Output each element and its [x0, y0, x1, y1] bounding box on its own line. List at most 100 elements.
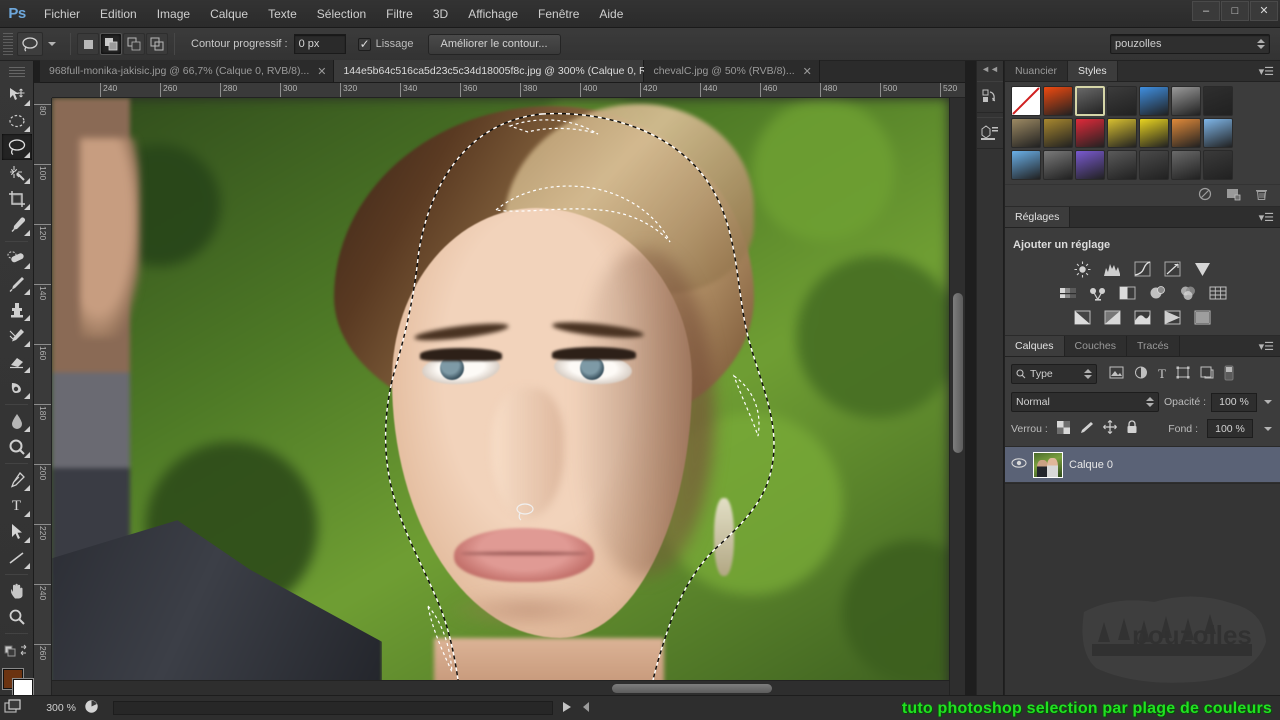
status-play-icon[interactable] — [561, 701, 573, 716]
close-button[interactable]: ✕ — [1250, 1, 1278, 21]
style-swatch[interactable] — [1043, 118, 1073, 148]
feather-input[interactable]: 0 px — [293, 34, 346, 54]
workspace-preset-select[interactable]: pouzolles — [1110, 34, 1270, 54]
style-swatch[interactable] — [1107, 118, 1137, 148]
tab-couches[interactable]: Couches — [1064, 336, 1127, 356]
canvas-horizontal-scrollbar-thumb[interactable] — [612, 684, 772, 693]
menu-calque[interactable]: Calque — [200, 0, 258, 28]
document-size-icon[interactable] — [4, 698, 24, 718]
magic-wand-tool[interactable] — [2, 160, 32, 186]
style-swatch[interactable] — [1171, 150, 1201, 180]
refine-edge-button[interactable]: Améliorer le contour... — [427, 33, 561, 55]
menu-3d[interactable]: 3D — [423, 0, 458, 28]
filter-type-icon[interactable]: T — [1158, 366, 1166, 382]
menu-fichier[interactable]: Fichier — [34, 0, 90, 28]
type-tool[interactable]: T — [2, 493, 32, 519]
threshold-icon[interactable] — [1133, 308, 1153, 326]
color-lookup-icon[interactable] — [1208, 284, 1228, 302]
document-tab-3[interactable]: chevalC.jpg @ 50% (RVB/8)... ✕ — [644, 60, 820, 82]
style-swatch[interactable] — [1139, 86, 1169, 116]
curves-icon[interactable] — [1133, 260, 1153, 278]
collapse-panels-icon[interactable]: ◄◄ — [977, 61, 1003, 77]
clear-style-icon[interactable] — [1198, 187, 1212, 204]
document-tab-1[interactable]: 968full-monika-jakisic.jpg @ 66,7% (Calq… — [40, 60, 335, 82]
move-tool[interactable] — [2, 82, 32, 108]
hand-tool[interactable] — [2, 578, 32, 604]
layer-filter-stepper-icon[interactable] — [1084, 369, 1092, 379]
subtract-from-selection-button[interactable] — [123, 33, 145, 55]
healing-brush-tool[interactable] — [2, 245, 32, 271]
style-swatch[interactable] — [1011, 150, 1041, 180]
style-swatch[interactable] — [1011, 86, 1041, 116]
lock-image-icon[interactable] — [1079, 421, 1094, 437]
filter-shape-icon[interactable] — [1176, 366, 1190, 382]
workspace-preset-stepper-icon[interactable] — [1257, 39, 1265, 49]
layer-thumbnail[interactable] — [1033, 451, 1063, 478]
tab-calques[interactable]: Calques — [1005, 336, 1065, 356]
adjustments-panel-menu-icon[interactable]: ▾☰ — [1259, 207, 1280, 227]
blur-tool[interactable] — [2, 408, 32, 434]
color-balance-icon[interactable] — [1088, 284, 1108, 302]
brightness-contrast-icon[interactable] — [1073, 260, 1093, 278]
lasso-tool[interactable] — [1, 134, 32, 160]
menu-filtre[interactable]: Filtre — [376, 0, 423, 28]
antialias-checkbox[interactable] — [357, 37, 371, 51]
style-swatch[interactable] — [1107, 86, 1137, 116]
exposure-icon[interactable] — [1163, 260, 1183, 278]
history-panel-icon[interactable] — [977, 81, 1003, 113]
new-selection-button[interactable] — [77, 33, 99, 55]
menu-affichage[interactable]: Affichage — [458, 0, 528, 28]
style-swatch[interactable] — [1075, 118, 1105, 148]
menu-selection[interactable]: Sélection — [307, 0, 376, 28]
menu-edition[interactable]: Edition — [90, 0, 147, 28]
dodge-tool[interactable] — [2, 434, 32, 460]
posterize-icon[interactable] — [1103, 308, 1123, 326]
pen-tool[interactable] — [2, 467, 32, 493]
delete-style-icon[interactable] — [1255, 187, 1268, 204]
intersect-selection-button[interactable] — [146, 33, 168, 55]
menu-texte[interactable]: Texte — [258, 0, 307, 28]
hue-saturation-icon[interactable] — [1058, 284, 1078, 302]
style-swatch[interactable] — [1075, 86, 1105, 116]
style-swatch[interactable] — [1043, 150, 1073, 180]
style-swatch[interactable] — [1203, 86, 1233, 116]
menu-image[interactable]: Image — [147, 0, 200, 28]
filter-toggle-switch[interactable] — [1224, 365, 1234, 384]
crop-tool[interactable] — [2, 186, 32, 212]
history-brush-tool[interactable] — [2, 323, 32, 349]
levels-icon[interactable] — [1103, 260, 1123, 278]
line-tool[interactable] — [2, 545, 32, 571]
style-swatch[interactable] — [1075, 150, 1105, 180]
tab-traces[interactable]: Tracés — [1126, 336, 1180, 356]
filter-smart-icon[interactable] — [1200, 366, 1214, 382]
black-white-icon[interactable] — [1118, 284, 1138, 302]
default-colors-and-swap-icons[interactable] — [2, 637, 32, 663]
antialias-checkbox-wrap[interactable]: Lissage — [357, 37, 414, 51]
path-selection-tool[interactable] — [2, 519, 32, 545]
marquee-tool[interactable] — [2, 108, 32, 134]
eyedropper-tool[interactable] — [2, 212, 32, 238]
layer-visibility-eye-icon[interactable] — [1011, 457, 1027, 472]
canvas-horizontal-scrollbar[interactable] — [52, 680, 949, 695]
lock-position-icon[interactable] — [1102, 420, 1117, 437]
timing-icon[interactable] — [84, 699, 99, 717]
style-swatch[interactable] — [1203, 150, 1233, 180]
lasso-tool-icon[interactable] — [17, 32, 43, 56]
opacity-input[interactable]: 100 % — [1211, 392, 1257, 412]
opacity-chevron-down-icon[interactable] — [1264, 400, 1272, 404]
photo-filter-icon[interactable] — [1148, 284, 1168, 302]
options-bar-grip[interactable] — [3, 33, 13, 55]
style-swatch[interactable] — [1171, 118, 1201, 148]
document-tab-2[interactable]: 144e5b64c516ca5d23c5c34d18005f8c.jpg @ 3… — [334, 60, 697, 82]
channel-mixer-icon[interactable] — [1178, 284, 1198, 302]
eraser-tool[interactable] — [2, 349, 32, 375]
style-swatch[interactable] — [1203, 118, 1233, 148]
lock-transparency-icon[interactable] — [1056, 420, 1070, 437]
fill-input[interactable]: 100 % — [1207, 419, 1253, 438]
tab-reglages[interactable]: Réglages — [1005, 207, 1071, 227]
zoom-tool[interactable] — [2, 604, 32, 630]
canvas-vertical-scrollbar[interactable] — [949, 98, 965, 695]
menu-aide[interactable]: Aide — [589, 0, 633, 28]
layer-filter-type-select[interactable]: Type — [1011, 364, 1097, 384]
style-swatch[interactable] — [1107, 150, 1137, 180]
